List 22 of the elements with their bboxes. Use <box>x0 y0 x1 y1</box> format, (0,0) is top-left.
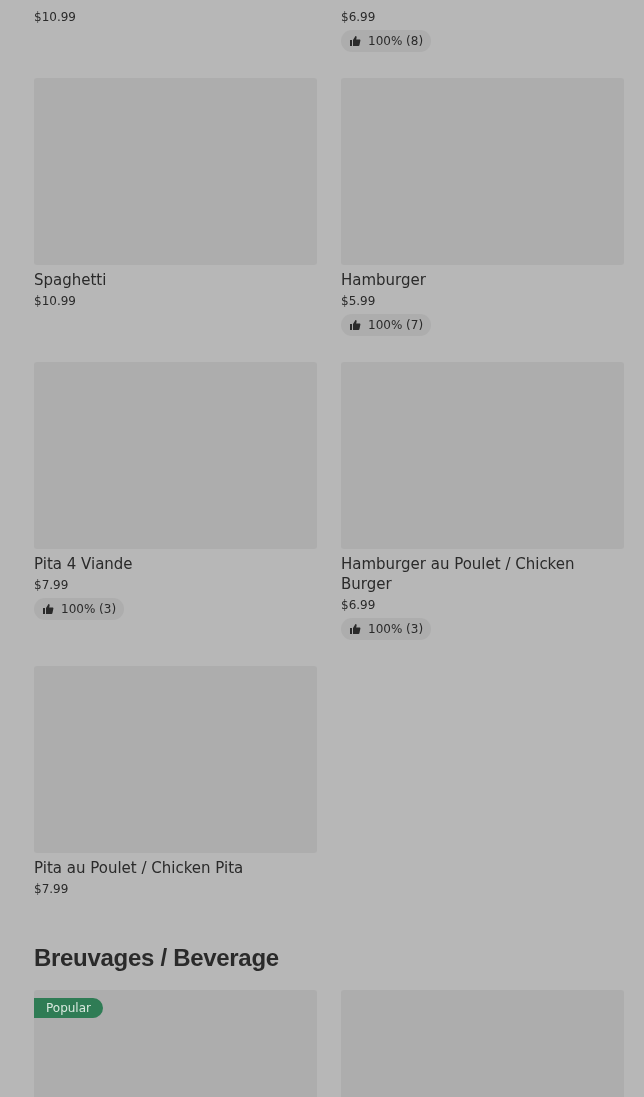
item-name: Pita au Poulet / Chicken Pita <box>34 858 244 878</box>
item-name: Spaghetti <box>34 270 107 290</box>
rating-badge: 100% (8) <box>341 30 432 52</box>
thumbs-up-icon <box>349 319 361 331</box>
item-name: Hamburger au Poulet / Chicken Burger <box>341 554 576 594</box>
thumbs-up-icon <box>349 35 361 47</box>
item-price: $10.99 <box>34 293 76 310</box>
popular-badge: Popular <box>34 998 103 1018</box>
item-price: $6.99 <box>341 9 376 26</box>
item-price: $6.99 <box>341 597 376 614</box>
thumbs-up-icon <box>349 623 361 635</box>
item-price: $5.99 <box>341 293 376 310</box>
thumbs-up-icon <box>42 603 54 615</box>
item-name: Hamburger <box>341 270 426 290</box>
rating-badge: 100% (7) <box>341 314 432 336</box>
section-title: Breuvages / Beverage <box>34 943 280 973</box>
item-price: $7.99 <box>34 881 69 898</box>
item-price: $10.99 <box>34 9 76 26</box>
rating-badge: 100% (3) <box>34 598 125 620</box>
item-name: Pita 4 Viande <box>34 554 133 574</box>
item-price: $7.99 <box>34 577 69 594</box>
rating-badge: 100% (3) <box>341 618 432 640</box>
